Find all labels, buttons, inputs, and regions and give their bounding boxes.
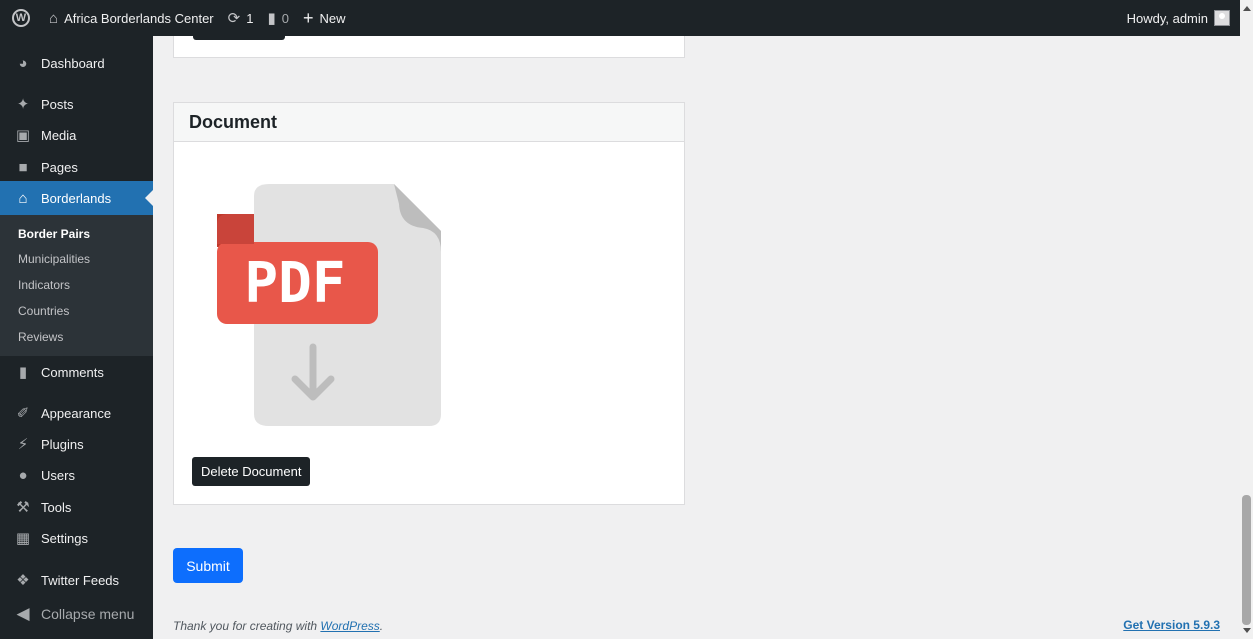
sidebar-item-settings[interactable]: ▦ Settings [0, 521, 153, 555]
pdf-file-icon[interactable]: PDF [217, 184, 441, 429]
previous-button-edge[interactable] [193, 36, 285, 40]
submenu-item-municipalities[interactable]: Municipalities [18, 252, 90, 266]
home-icon: ⌂ [18, 189, 28, 207]
sidebar-item-label: Comments [41, 364, 104, 380]
plus-icon: + [302, 7, 314, 28]
submenu-item-reviews[interactable]: Reviews [18, 330, 63, 344]
sidebar-item-comments[interactable]: ▮ Comments [0, 355, 153, 389]
submenu-item-border-pairs[interactable]: Border Pairs [18, 227, 90, 241]
updates-count: 1 [246, 10, 254, 26]
pin-icon: ✦ [16, 96, 30, 113]
page-scrollbar[interactable] [1240, 0, 1253, 639]
sidebar-item-label: Twitter Feeds [41, 572, 120, 588]
sidebar-item-label: Posts [41, 96, 74, 112]
sidebar-item-media[interactable]: ▣ Media [0, 118, 153, 152]
sidebar-item-label: Plugins [41, 436, 84, 452]
collapse-menu-label: Collapse menu [41, 606, 135, 622]
account-menu[interactable]: Howdy, admin [1120, 0, 1240, 36]
scroll-up-arrow-icon[interactable] [1243, 6, 1251, 11]
sidebar-item-posts[interactable]: ✦ Posts [0, 87, 153, 121]
comment-icon: ▮ [18, 364, 28, 381]
wrench-icon: ⚒ [16, 499, 30, 516]
twitter-icon: ❖ [16, 572, 30, 589]
borderlands-submenu: Border Pairs Municipalities Indicators C… [0, 215, 153, 356]
sidebar-item-label: Dashboard [41, 55, 105, 71]
media-icon: ▣ [15, 127, 31, 144]
wordpress-logo-icon: W [12, 9, 30, 27]
comment-bubble-icon: ▮ [267, 10, 276, 27]
home-icon: ⌂ [49, 9, 59, 27]
collapse-icon: ◀ [16, 604, 30, 623]
settings-icon: ▦ [15, 530, 31, 547]
delete-document-button[interactable]: Delete Document [192, 457, 311, 486]
sidebar-item-users[interactable]: ● Users [0, 458, 153, 492]
comments-count: 0 [281, 10, 289, 26]
sidebar-item-label: Appearance [41, 405, 112, 421]
document-title: Document [189, 111, 278, 132]
updates-icon: ⟳ [227, 10, 241, 27]
admin-bar: W ⌂ Africa Borderlands Center ⟳ 1 ▮ 0 + … [0, 0, 1240, 36]
document-postbox: Document PDF Delete Document [173, 102, 685, 505]
sidebar-item-label: Borderlands [41, 190, 112, 206]
get-version-link[interactable]: Get Version 5.9.3 [1123, 618, 1220, 632]
sidebar-item-tools[interactable]: ⚒ Tools [0, 490, 153, 524]
sidebar-item-plugins[interactable]: ⚡ Plugins [0, 427, 153, 461]
footer-thanks: Thank you for creating with WordPress. [173, 619, 383, 633]
scrollbar-thumb[interactable] [1242, 495, 1251, 625]
wordpress-link[interactable]: WordPress [320, 619, 379, 633]
scroll-down-arrow-icon[interactable] [1243, 628, 1251, 633]
footer-thanks-prefix: Thank you for creating with [173, 619, 321, 633]
sidebar-item-borderlands[interactable]: ⌂ Borderlands [0, 181, 153, 215]
sidebar-item-appearance[interactable]: ✐ Appearance [0, 396, 153, 430]
admin-sidebar: ◕ Dashboard ✦ Posts ▣ Media ■ Pages ⌂ Bo… [0, 36, 153, 639]
sidebar-item-twitter-feeds[interactable]: ❖ Twitter Feeds [0, 563, 153, 597]
sidebar-item-dashboard[interactable]: ◕ Dashboard [0, 46, 153, 80]
sidebar-item-label: Pages [41, 159, 78, 175]
brush-icon: ✐ [16, 405, 30, 422]
plugin-icon: ⚡ [17, 436, 29, 453]
sidebar-item-pages[interactable]: ■ Pages [0, 150, 153, 184]
submit-button[interactable]: Submit [173, 548, 243, 583]
users-icon: ● [18, 466, 28, 484]
sidebar-item-label: Tools [41, 499, 72, 515]
submenu-item-indicators[interactable]: Indicators [18, 278, 70, 292]
avatar [1214, 10, 1230, 26]
sidebar-item-label: Users [41, 467, 75, 483]
site-name-link[interactable]: ⌂ Africa Borderlands Center [42, 0, 221, 36]
new-content-link[interactable]: + New [296, 0, 353, 36]
document-postbox-header: Document [174, 103, 684, 142]
sidebar-item-label: Media [41, 127, 77, 143]
comments-link[interactable]: ▮ 0 [260, 0, 296, 36]
submenu-item-countries[interactable]: Countries [18, 304, 69, 318]
dashboard-icon: ◕ [18, 54, 28, 72]
wordpress-logo-button[interactable]: W [0, 0, 42, 36]
sidebar-item-label: Settings [41, 530, 88, 546]
pages-icon: ■ [18, 158, 28, 176]
footer-thanks-suffix: . [379, 619, 384, 633]
pdf-label: PDF [244, 251, 345, 316]
howdy-text: Howdy, admin [1126, 10, 1208, 26]
new-label: New [319, 10, 346, 26]
previous-postbox [173, 36, 685, 58]
updates-link[interactable]: ⟳ 1 [221, 0, 261, 36]
collapse-menu-button[interactable]: ◀ Collapse menu [0, 597, 153, 631]
site-name: Africa Borderlands Center [64, 10, 214, 26]
